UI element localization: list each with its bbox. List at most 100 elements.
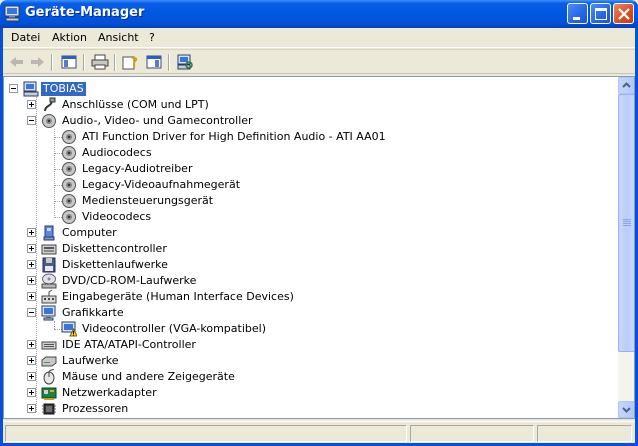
expand-toggle[interactable] bbox=[27, 372, 36, 381]
scroll-thumb[interactable] bbox=[618, 94, 634, 352]
floppy-controller-icon bbox=[41, 241, 57, 257]
properties-help-icon[interactable]: ? bbox=[121, 53, 141, 71]
tree-item-label: Prozessoren bbox=[62, 402, 129, 415]
minimize-button[interactable] bbox=[567, 3, 588, 24]
toolbar-separator bbox=[51, 54, 53, 71]
hid-icon bbox=[41, 289, 57, 305]
tree-child-item[interactable]: Legacy-Videoaufnahmegerät bbox=[4, 177, 604, 193]
tree-item-label: Videocontroller (VGA-kompatibel) bbox=[82, 322, 266, 335]
ide-controller-icon bbox=[41, 337, 57, 353]
tree-item-maeuse[interactable]: Mäuse und andere Zeigegeräte bbox=[4, 368, 604, 385]
vertical-scrollbar[interactable] bbox=[618, 77, 634, 418]
display-adapter-icon bbox=[41, 305, 57, 321]
disk-drive-icon bbox=[41, 353, 57, 369]
status-pane-main bbox=[5, 425, 407, 442]
expand-toggle[interactable] bbox=[27, 388, 36, 397]
expand-toggle[interactable] bbox=[27, 276, 36, 285]
toolbar-separator bbox=[83, 54, 85, 71]
menu-datei[interactable]: Datei bbox=[11, 31, 40, 44]
mouse-icon bbox=[41, 368, 57, 385]
tree-item-ide[interactable]: IDE ATA/ATAPI-Controller bbox=[4, 337, 604, 353]
tree-item-label: Eingabegeräte (Human Interface Devices) bbox=[62, 290, 294, 303]
close-button[interactable] bbox=[613, 3, 634, 24]
tree-item-netzwerkadapter[interactable]: Netzwerkadapter bbox=[4, 385, 604, 401]
tree-child-item[interactable]: Legacy-Audiotreiber bbox=[4, 161, 604, 177]
expand-toggle[interactable] bbox=[27, 340, 36, 349]
cd-drive-icon bbox=[41, 273, 57, 289]
tree-child-item[interactable]: ATI Function Driver for High Definition … bbox=[4, 129, 604, 145]
expand-toggle[interactable] bbox=[27, 260, 36, 269]
forward-arrow-icon[interactable] bbox=[27, 53, 47, 71]
collapse-toggle[interactable] bbox=[27, 308, 36, 317]
sound-icon bbox=[61, 193, 77, 209]
toolbar-separator bbox=[168, 54, 170, 71]
tree-root-label: TOBIAS bbox=[41, 82, 86, 96]
print-icon[interactable] bbox=[90, 53, 110, 71]
tree-item-prozessoren[interactable]: Prozessoren bbox=[4, 401, 604, 417]
scroll-up-button[interactable] bbox=[618, 77, 634, 94]
status-pane-3 bbox=[537, 425, 632, 442]
tree-item-label: Legacy-Videoaufnahmegerät bbox=[82, 178, 241, 191]
scroll-down-button[interactable] bbox=[618, 401, 634, 418]
sound-icon bbox=[61, 209, 77, 225]
sound-icon bbox=[61, 145, 77, 161]
tree-item-label: Audiocodecs bbox=[82, 146, 152, 159]
collapse-toggle[interactable] bbox=[9, 84, 18, 93]
expand-toggle[interactable] bbox=[27, 228, 36, 237]
tree-item-diskettenlaufwerke[interactable]: Diskettenlaufwerke bbox=[4, 257, 604, 273]
tree-item-label: Diskettenlaufwerke bbox=[62, 258, 168, 271]
tree-child-item[interactable]: Mediensteuerungsgerät bbox=[4, 193, 604, 209]
sound-icon bbox=[61, 161, 77, 177]
tree-item-label: IDE ATA/ATAPI-Controller bbox=[62, 338, 196, 351]
tree-item-grafikkarte[interactable]: Grafikkarte bbox=[4, 305, 604, 321]
tree-item-diskettencontroller[interactable]: Diskettencontroller bbox=[4, 241, 604, 257]
sound-icon bbox=[61, 129, 77, 145]
close-icon bbox=[618, 8, 630, 20]
tree-item-dvd-cdrom[interactable]: DVD/CD-ROM-Laufwerke bbox=[4, 273, 604, 289]
console-tree-icon[interactable] bbox=[59, 53, 79, 71]
expand-toggle[interactable] bbox=[27, 100, 36, 109]
show-pane-icon[interactable] bbox=[144, 53, 164, 71]
expand-toggle[interactable] bbox=[27, 356, 36, 365]
tree-item-label: Legacy-Audiotreiber bbox=[82, 162, 193, 175]
tree-item-computer[interactable]: Computer bbox=[4, 225, 604, 241]
tree-item-laufwerke[interactable]: Laufwerke bbox=[4, 353, 604, 369]
chevron-down-icon bbox=[622, 407, 631, 413]
svg-text:?: ? bbox=[131, 55, 138, 69]
toolbar-separator bbox=[114, 54, 116, 71]
tree-item-label: DVD/CD-ROM-Laufwerke bbox=[62, 274, 197, 287]
warning-display-icon bbox=[61, 321, 78, 337]
expand-toggle[interactable] bbox=[27, 244, 36, 253]
collapse-toggle[interactable] bbox=[27, 116, 36, 125]
tree-item-label: Laufwerke bbox=[62, 354, 119, 367]
back-arrow-icon[interactable] bbox=[7, 53, 27, 71]
tree-item-eingabegeraete[interactable]: Eingabegeräte (Human Interface Devices) bbox=[4, 289, 604, 305]
tree-child-item[interactable]: Videocodecs bbox=[4, 209, 604, 225]
device-tree[interactable]: TOBIAS Anschlüsse (COM und LPT) Audio-, … bbox=[4, 77, 618, 418]
menu-bar: Datei Aktion Ansicht ? bbox=[3, 28, 635, 48]
floppy-drive-icon bbox=[41, 257, 57, 273]
tree-child-item[interactable]: Videocontroller (VGA-kompatibel) bbox=[4, 321, 604, 337]
menu-aktion[interactable]: Aktion bbox=[52, 31, 87, 44]
tree-root[interactable]: TOBIAS bbox=[4, 81, 604, 97]
title-bar[interactable]: Geräte-Manager bbox=[0, 0, 638, 28]
expand-toggle[interactable] bbox=[27, 404, 36, 413]
tree-item-label: Videocodecs bbox=[82, 210, 152, 223]
status-pane-2 bbox=[410, 425, 534, 442]
computer-icon bbox=[41, 225, 57, 241]
menu-help[interactable]: ? bbox=[149, 31, 155, 44]
tree-item-anschluesse[interactable]: Anschlüsse (COM und LPT) bbox=[4, 97, 604, 113]
maximize-icon bbox=[595, 8, 607, 20]
expand-toggle[interactable] bbox=[27, 292, 36, 301]
maximize-button[interactable] bbox=[590, 3, 611, 24]
tree-child-item[interactable]: Audiocodecs bbox=[4, 145, 604, 161]
tree-item-label: Netzwerkadapter bbox=[62, 386, 157, 399]
processor-icon bbox=[41, 401, 57, 417]
tree-item-label: Anschlüsse (COM und LPT) bbox=[62, 98, 209, 111]
status-bar bbox=[3, 421, 635, 443]
tree-item-audio[interactable]: Audio-, Video- und Gamecontroller bbox=[4, 113, 604, 129]
computer-monitor-icon bbox=[4, 5, 22, 22]
menu-ansicht[interactable]: Ansicht bbox=[98, 31, 139, 44]
minimize-icon bbox=[573, 17, 580, 20]
scan-hardware-icon[interactable] bbox=[175, 53, 195, 71]
